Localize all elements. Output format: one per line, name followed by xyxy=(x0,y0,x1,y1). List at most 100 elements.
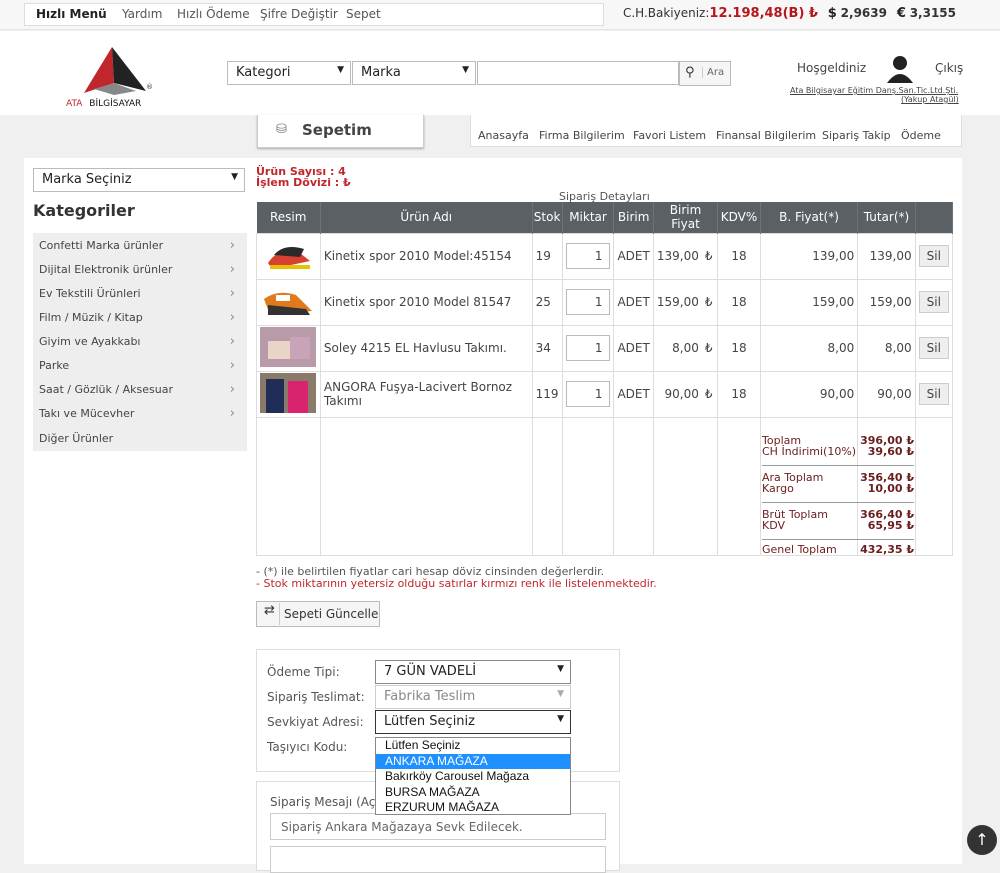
category-select[interactable]: Kategori ▼ xyxy=(227,61,351,85)
usd-rate: 2,9639 xyxy=(840,6,887,20)
address-option[interactable]: Bakırköy Carousel Mağaza xyxy=(376,769,570,785)
quick-menu-link[interactable]: Hızlı Menü xyxy=(36,7,107,21)
cart-summary: Ürün Sayısı : 4 İşlem Dövizi : ₺ xyxy=(256,166,351,188)
note-stock: - Stok miktarının yetersiz olduğu satırl… xyxy=(256,577,657,590)
update-cart-button[interactable]: ⇄ Sepeti Güncelle xyxy=(256,601,380,627)
carrier-code-label: Taşıyıcı Kodu: xyxy=(267,740,348,754)
stock: 119 xyxy=(531,370,563,418)
vat: 18 xyxy=(717,370,761,418)
unit: ADET xyxy=(613,232,654,280)
quantity-input[interactable]: 1 xyxy=(565,243,610,269)
product-name[interactable]: Soley 4215 EL Havlusu Takımı. xyxy=(319,324,533,372)
table-header-row: Resim Ürün Adı Stok Miktar Birim Birim F… xyxy=(256,202,954,233)
product-image[interactable] xyxy=(256,370,321,418)
unit-price: 139,00 xyxy=(652,232,702,280)
delete-button[interactable]: Sil xyxy=(918,291,949,313)
chevron-right-icon: › xyxy=(229,262,235,277)
help-link[interactable]: Yardım xyxy=(122,7,162,21)
chevron-right-icon: › xyxy=(229,238,235,253)
product-image[interactable] xyxy=(256,324,321,372)
ata-logo[interactable]: ® ATA BİLGİSAYAR xyxy=(64,45,164,115)
discount-value: 39,60 ₺ xyxy=(867,445,914,458)
tab-financial[interactable]: Finansal Bilgilerim xyxy=(716,129,816,142)
logo-text-ata: ATA xyxy=(66,99,83,109)
cart-tab[interactable]: ⛁ Sepetim xyxy=(257,115,424,148)
table-row: Kinetix spor 2010 Model:45154 19 1 ADET … xyxy=(256,232,954,280)
category-item[interactable]: Ev Tekstili Ürünleri › xyxy=(39,286,239,301)
unit-price: 8,00 xyxy=(652,324,702,372)
quantity-input[interactable]: 1 xyxy=(565,335,610,361)
order-note-input[interactable] xyxy=(270,846,606,873)
payment-type-select[interactable]: 7 GÜN VADELİ ▼ xyxy=(375,660,571,684)
eur-rate: 3,3155 xyxy=(909,6,956,20)
user-name-link[interactable]: (Yakup Atagül) xyxy=(901,95,959,104)
user-avatar-icon[interactable] xyxy=(885,53,915,83)
logout-link[interactable]: Çıkış xyxy=(935,61,963,75)
category-item[interactable]: Film / Müzik / Kitap › xyxy=(39,310,239,325)
quantity-input[interactable]: 1 xyxy=(565,381,610,407)
col-unit: Birim xyxy=(613,202,654,233)
balance-bar: C.H.Bakiyeniz:12.198,48(B) ₺ $ 2,9639 € … xyxy=(623,6,956,21)
delivery-select[interactable]: Fabrika Teslim ▼ xyxy=(375,685,571,709)
quantity-input[interactable]: 1 xyxy=(565,289,610,315)
brand-select[interactable]: Marka ▼ xyxy=(352,61,476,85)
vat-value: 65,95 ₺ xyxy=(867,519,914,532)
base-price: 8,00 xyxy=(759,324,859,372)
chevron-right-icon: › xyxy=(229,358,235,373)
product-image[interactable] xyxy=(256,278,321,326)
brand-filter-select[interactable]: Marka Seçiniz ▼ xyxy=(33,168,245,192)
category-item[interactable]: Takı ve Mücevher › xyxy=(39,406,239,421)
stock: 25 xyxy=(531,278,563,326)
search-button[interactable]: ⚲ Ara xyxy=(679,61,731,86)
order-message-input[interactable]: Sipariş Ankara Mağazaya Sevk Edilecek. xyxy=(270,813,606,840)
category-item[interactable]: Giyim ve Ayakkabı › xyxy=(39,334,239,349)
bathrobe-image xyxy=(260,372,316,413)
tab-company-info[interactable]: Firma Bilgilerim xyxy=(539,129,625,142)
chevron-down-icon: ▼ xyxy=(557,664,564,674)
col-product-name: Ürün Adı xyxy=(320,202,533,233)
quick-payment-link[interactable]: Hızlı Ödeme xyxy=(177,7,250,21)
shipping-address-select[interactable]: Lütfen Seçiniz ▼ xyxy=(375,710,571,734)
address-option[interactable]: ERZURUM MAĞAZA xyxy=(376,800,570,816)
address-option-highlighted[interactable]: ANKARA MAĞAZA xyxy=(376,753,570,769)
col-total: Tutar(*) xyxy=(857,202,916,233)
tab-order-tracking[interactable]: Sipariş Takip xyxy=(822,129,891,142)
product-name[interactable]: ANGORA Fuşya-Lacivert Bornoz Takımı xyxy=(319,370,533,418)
category-item[interactable]: Saat / Gözlük / Aksesuar › xyxy=(39,382,239,397)
col-image: Resim xyxy=(256,202,321,233)
delete-button[interactable]: Sil xyxy=(918,383,949,405)
category-item[interactable]: Confetti Marka ürünler › xyxy=(39,238,239,253)
greeting: Hoşgeldiniz xyxy=(797,61,867,75)
table-row: Soley 4215 EL Havlusu Takımı. 34 1 ADET … xyxy=(256,324,954,372)
delete-button[interactable]: Sil xyxy=(918,337,949,359)
top-bar: Hızlı Menü Yardım Hızlı Ödeme Şifre Deği… xyxy=(0,0,1000,30)
main-tabs: Anasayfa Firma Bilgilerim Favori Listem … xyxy=(470,115,962,147)
company-link[interactable]: Ata Bilgisayar Eğitim Danş.San.Tic.Ltd.Ş… xyxy=(790,86,958,95)
search-input[interactable] xyxy=(477,61,679,85)
scroll-to-top-icon[interactable]: ↑ xyxy=(967,825,997,855)
tab-payment[interactable]: Ödeme xyxy=(901,129,941,142)
col-stock: Stok xyxy=(532,202,563,233)
product-name[interactable]: Kinetix spor 2010 Model:45154 xyxy=(319,232,533,280)
address-option[interactable]: Lütfen Seçiniz xyxy=(376,738,570,754)
totals-group: Toplam 396,00 ₺ CH İndirimi(10%) 39,60 ₺ xyxy=(762,432,914,466)
category-item[interactable]: Diğer Ürünler xyxy=(39,432,239,445)
chevron-down-icon: ▼ xyxy=(557,689,564,699)
change-password-link[interactable]: Şifre Değiştir xyxy=(260,7,338,21)
dollar-icon: $ xyxy=(827,6,837,21)
category-item[interactable]: Dijital Elektronik ürünler › xyxy=(39,262,239,277)
cart-link[interactable]: Sepet xyxy=(346,7,381,21)
col-base-price: B. Fiyat(*) xyxy=(760,202,859,233)
delete-button[interactable]: Sil xyxy=(918,245,949,267)
product-image[interactable] xyxy=(256,232,321,280)
address-option[interactable]: BURSA MAĞAZA xyxy=(376,785,570,801)
shipping-label: Kargo xyxy=(762,482,794,495)
total: 8,00 xyxy=(857,324,916,372)
discount-label: CH İndirimi(10%) xyxy=(762,445,857,458)
category-item[interactable]: Parke › xyxy=(39,358,239,373)
tab-home[interactable]: Anasayfa xyxy=(478,129,529,142)
chevron-down-icon: ▼ xyxy=(557,714,564,724)
product-name[interactable]: Kinetix spor 2010 Model 81547 xyxy=(319,278,533,326)
tab-favorites[interactable]: Favori Listem xyxy=(633,129,706,142)
shipping-address-options: Lütfen Seçiniz ANKARA MAĞAZA Bakırköy Ca… xyxy=(375,737,571,815)
